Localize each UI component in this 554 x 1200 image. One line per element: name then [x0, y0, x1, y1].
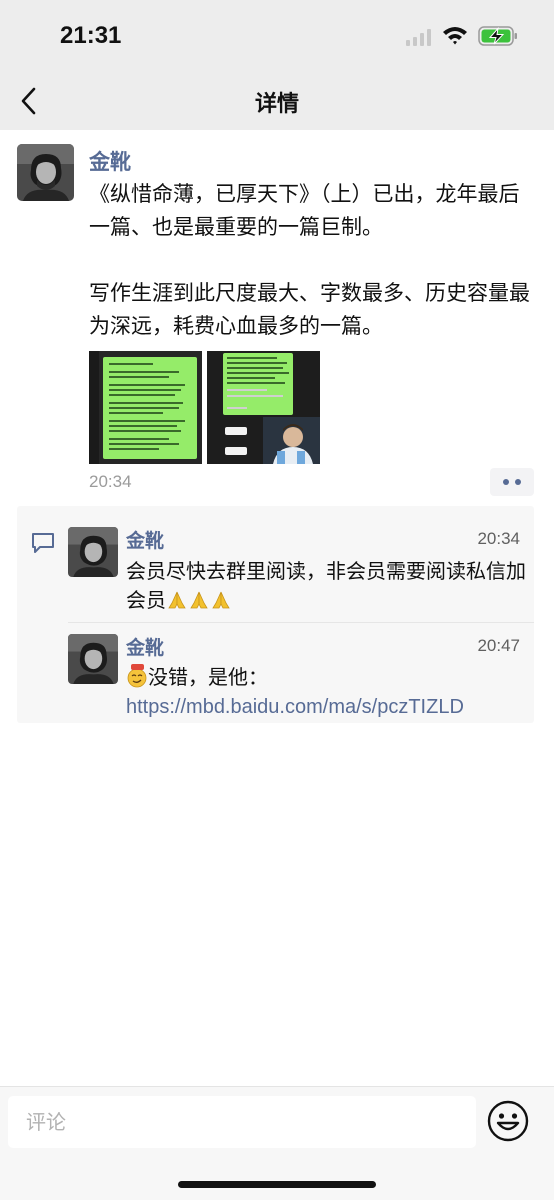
comment-link[interactable]: https://mbd.baidu.com/ma/s/pczTIZLD	[126, 696, 464, 718]
more-dot-icon	[515, 479, 521, 485]
commenter-name[interactable]: 金靴	[126, 526, 164, 553]
post-image-chat-screenshot[interactable]	[89, 351, 202, 464]
comment-bubble-icon	[32, 533, 54, 553]
comment-text: 会员尽快去群里阅读，非会员需要阅读私信加会员	[126, 557, 526, 615]
comment-body: 没错，是他：	[148, 665, 268, 689]
author-avatar[interactable]	[17, 144, 74, 201]
comment-input-bar	[0, 1086, 554, 1200]
emoji-picker-icon[interactable]	[486, 1099, 530, 1143]
more-actions-button[interactable]	[490, 468, 534, 496]
folded-hands-emoji-icon	[212, 591, 230, 609]
smirk-666-emoji-icon	[127, 664, 147, 688]
home-indicator	[178, 1181, 376, 1188]
status-time: 21:31	[60, 22, 122, 49]
post-image-chat-with-photo[interactable]	[207, 351, 320, 464]
folded-hands-emoji-icon	[190, 591, 208, 609]
comment-timestamp: 20:47	[477, 636, 520, 655]
page-title: 详情	[254, 92, 299, 117]
post-paragraph: 写作生涯到此尺度最大、字数最多、历史容量最为深远，耗费心血最多的一篇。	[89, 281, 530, 338]
comment-input[interactable]	[8, 1096, 476, 1148]
post-text: 《纵惜命薄，已厚天下》（上）已出，龙年最后一篇、也是最重要的一篇巨制。 写作生涯…	[89, 178, 539, 343]
cellular-signal-icon	[406, 29, 431, 46]
commenter-name[interactable]: 金靴	[126, 633, 164, 660]
commenter-avatar[interactable]	[68, 527, 118, 577]
wifi-icon	[443, 27, 467, 45]
post-paragraph: 《纵惜命薄，已厚天下》（上）已出，龙年最后一篇、也是最重要的一篇巨制。	[89, 182, 520, 239]
comment-item[interactable]: 金靴 20:34 会员尽快去群里阅读，非会员需要阅读私信加会员	[68, 524, 534, 620]
post-author-name[interactable]: 金靴	[89, 146, 131, 176]
post-timestamp: 20:34	[89, 472, 132, 491]
comment-text: 没错，是他： https://mbd.baidu.com/ma/s/pczTIZL…	[126, 663, 526, 722]
commenter-avatar[interactable]	[68, 634, 118, 684]
comment-timestamp: 20:34	[477, 529, 520, 548]
status-bar: 21:31	[0, 0, 554, 72]
comments-section: 金靴 20:34 会员尽快去群里阅读，非会员需要阅读私信加会员 金靴 20:47…	[17, 506, 534, 723]
comment-item[interactable]: 金靴 20:47 没错，是他： https://mbd.baidu.com/ma/…	[68, 622, 534, 718]
nav-bar: 详情	[0, 72, 554, 130]
more-dot-icon	[503, 479, 509, 485]
folded-hands-emoji-icon	[168, 591, 186, 609]
battery-charging-icon	[478, 26, 517, 46]
